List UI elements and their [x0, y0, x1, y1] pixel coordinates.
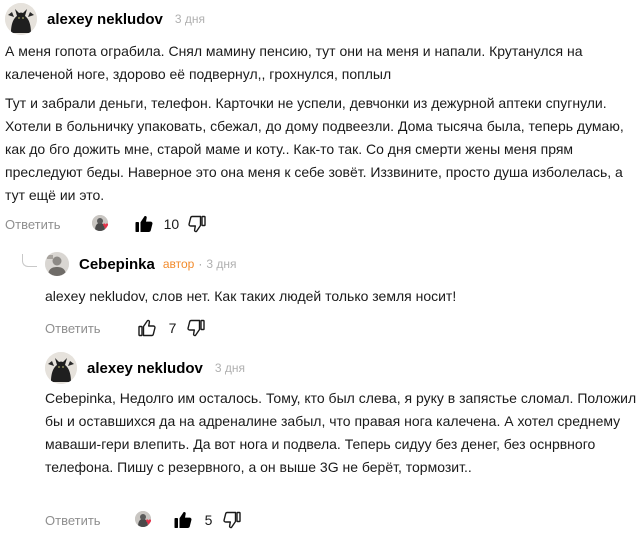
reply-button[interactable]: Ответить [45, 513, 101, 528]
thumbs-down-icon[interactable] [186, 318, 206, 338]
comment-paragraph: Тут и забрали деньги, телефон. Карточки … [5, 95, 624, 203]
comment-actions: Ответить 7 [45, 315, 206, 341]
comment-header: alexey nekludov 3 дня [45, 352, 245, 384]
comment-actions: Ответить ♥ 10 [5, 211, 207, 237]
comment-header: Cebepinka автор · 3 дня [45, 250, 237, 278]
author-name[interactable]: Cebepinka [79, 256, 155, 273]
comment-paragraph: Cebepinka, Недолго им осталось. Тому, кт… [45, 390, 637, 475]
like-count: 7 [168, 320, 177, 336]
comment-header: alexey nekludov 3 дня [5, 3, 205, 35]
thumbs-up-icon[interactable] [173, 510, 193, 530]
cat-avatar-icon [45, 352, 77, 384]
comment-paragraph: А меня гопота ограбила. Снял мамину пенс… [5, 43, 583, 82]
heart-icon: ♥ [102, 221, 109, 232]
comment-paragraph: alexey nekludov, слов нет. Как таких люд… [45, 288, 457, 304]
comment-time: 3 дня [174, 12, 206, 26]
thumbs-down-icon[interactable] [187, 214, 207, 234]
separator-dot: · [198, 257, 203, 271]
author-badge: автор [162, 257, 195, 271]
like-count: 10 [163, 216, 180, 232]
cat-avatar-icon [5, 3, 37, 35]
author-name[interactable]: alexey nekludov [87, 360, 203, 377]
avatar[interactable] [45, 252, 69, 276]
user-avatar-icon [45, 252, 69, 276]
thread-connector [22, 254, 37, 267]
avatar[interactable] [45, 352, 77, 384]
reply-button[interactable]: Ответить [5, 217, 61, 232]
author-name[interactable]: alexey nekludov [47, 11, 163, 28]
comment-time: 3 дня [214, 361, 246, 375]
thumbs-down-icon[interactable] [222, 510, 242, 530]
heart-icon: ♥ [145, 517, 152, 528]
reply-button[interactable]: Ответить [45, 321, 101, 336]
thumbs-up-icon[interactable] [134, 214, 154, 234]
reactors[interactable]: ♥ [134, 511, 157, 529]
like-count: 5 [204, 512, 213, 528]
thumbs-up-icon[interactable] [137, 318, 157, 338]
comment-actions: Ответить ♥ 5 [45, 507, 242, 533]
comment-time: 3 дня [206, 257, 237, 271]
reactors[interactable]: ♥ [91, 215, 114, 233]
avatar[interactable] [5, 3, 37, 35]
